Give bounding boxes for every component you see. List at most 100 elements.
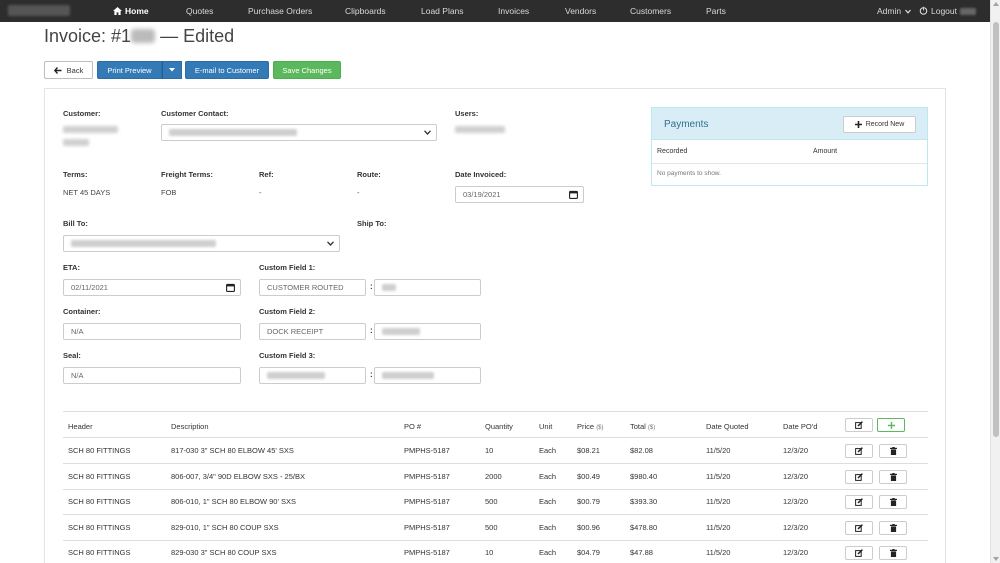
edit-icon (855, 447, 863, 455)
cell-po: PMPHS-5187 (404, 446, 450, 455)
divider (63, 514, 928, 515)
container-input[interactable]: N/A (63, 323, 241, 340)
custom-field-2-key-input[interactable]: DOCK RECEIPT (259, 323, 366, 340)
print-options-toggle[interactable] (162, 61, 182, 79)
scroll-down-icon[interactable] (993, 557, 999, 561)
custom-field-3-key-input[interactable] (259, 367, 366, 384)
calendar-icon[interactable] (226, 283, 235, 292)
cell-date-pod: 12/3/20 (783, 446, 809, 455)
redacted-value (267, 372, 325, 379)
freight-terms-value: FOB (161, 188, 177, 197)
date-invoiced-input[interactable]: 03/19/2021 (455, 186, 584, 203)
edit-row-button[interactable] (845, 546, 873, 560)
redacted-invoice-number (131, 29, 156, 43)
cell-po: PMPHS-5187 (404, 523, 450, 532)
edit-all-button[interactable] (845, 418, 873, 432)
seal-input[interactable]: N/A (63, 367, 241, 384)
seal-label: Seal: (63, 351, 81, 360)
eta-input[interactable]: 02/11/2021 (63, 279, 241, 296)
cell-price: $00.79 (577, 497, 600, 506)
nav-invoices[interactable]: Invoices (498, 6, 529, 16)
delete-row-button[interactable] (879, 444, 907, 458)
custom-field-1-key-input[interactable]: CUSTOMER ROUTED (259, 279, 366, 296)
redacted-contact (169, 129, 297, 136)
back-button[interactable]: Back (44, 61, 93, 79)
custom-field-3-value-input[interactable] (374, 367, 481, 384)
email-customer-button[interactable]: E-mail to Customer (185, 61, 269, 79)
admin-dropdown[interactable]: Admin (877, 6, 914, 16)
container-label: Container: (63, 307, 101, 316)
custom-field-2-value-input[interactable] (374, 323, 481, 340)
add-line-item-button[interactable] (877, 418, 905, 432)
bill-to-select[interactable] (63, 235, 340, 252)
calendar-icon[interactable] (569, 190, 578, 199)
divider (63, 540, 928, 541)
edit-row-button[interactable] (845, 521, 873, 535)
logout-link[interactable]: Logout (919, 6, 976, 16)
trash-icon (889, 524, 897, 532)
scroll-up-icon[interactable] (993, 2, 999, 6)
cell-total: $393.30 (630, 497, 658, 506)
nav-parts[interactable]: Parts (706, 6, 726, 16)
cell-unit: Each (539, 497, 557, 506)
page-title: Invoice: #1 — Edited (44, 26, 235, 46)
delete-row-button[interactable] (879, 495, 907, 509)
trash-icon (889, 447, 897, 455)
delete-row-button[interactable] (879, 470, 907, 484)
trash-icon (889, 549, 897, 557)
redacted-customer-name (63, 126, 118, 133)
chevron-down-icon (327, 241, 334, 246)
print-preview-button[interactable]: Print Preview (97, 61, 162, 79)
scroll-thumb[interactable] (993, 22, 999, 437)
cell-date-pod: 12/3/20 (783, 523, 809, 532)
eta-label: ETA: (63, 263, 80, 272)
trash-icon (889, 473, 897, 481)
record-new-payment-button[interactable]: Record New (843, 116, 916, 133)
cell-quantity: 500 (485, 523, 498, 532)
cell-date-pod: 12/3/20 (783, 472, 809, 481)
cell-date-quoted: 11/5/20 (706, 446, 731, 455)
customer-contact-select[interactable] (161, 124, 437, 141)
payments-panel: Payments Record New Recorded Amount No p… (651, 107, 928, 186)
custom-field-1-value-input[interactable] (374, 279, 481, 296)
edit-icon (855, 473, 863, 481)
edit-row-button[interactable] (845, 495, 873, 509)
cell-header: SCH 80 FITTINGS (68, 548, 131, 557)
freight-terms-label: Freight Terms: (161, 170, 213, 179)
save-changes-button[interactable]: Save Changes (273, 61, 341, 79)
separator-colon: : (370, 370, 373, 379)
cell-price: $00.49 (577, 472, 600, 481)
cell-unit: Each (539, 446, 557, 455)
page-scrollbar[interactable] (990, 0, 1000, 563)
custom-field-3-label: Custom Field 3: (259, 351, 316, 360)
redacted-users (455, 126, 505, 133)
nav-home[interactable]: Home (113, 6, 149, 16)
nav-clipboards[interactable]: Clipboards (345, 6, 386, 16)
cell-unit: Each (539, 472, 557, 481)
nav-customers[interactable]: Customers (630, 6, 671, 16)
nav-quotes[interactable]: Quotes (186, 6, 213, 16)
delete-row-button[interactable] (879, 546, 907, 560)
route-value: - (357, 188, 360, 197)
cell-date-quoted: 11/5/20 (706, 472, 731, 481)
col-header-unit: Unit (539, 422, 553, 431)
divider (652, 163, 927, 164)
redacted-bill-to (71, 240, 216, 247)
cell-header: SCH 80 FITTINGS (68, 446, 131, 455)
home-icon (113, 7, 122, 15)
divider (63, 437, 928, 438)
nav-load-plans[interactable]: Load Plans (421, 6, 464, 16)
payments-col-amount: Amount (813, 148, 838, 155)
delete-row-button[interactable] (879, 521, 907, 535)
cell-description: 829-030 3" SCH 80 COUP SXS (171, 548, 277, 557)
nav-purchase-orders[interactable]: Purchase Orders (248, 6, 312, 16)
edit-icon (855, 549, 863, 557)
arrow-left-icon (53, 66, 62, 74)
edit-row-button[interactable] (845, 470, 873, 484)
nav-vendors[interactable]: Vendors (565, 6, 596, 16)
divider (63, 411, 928, 412)
brand-logo[interactable] (8, 5, 70, 16)
logout-icon (919, 6, 928, 15)
edit-row-button[interactable] (845, 444, 873, 458)
cell-unit: Each (539, 548, 557, 557)
